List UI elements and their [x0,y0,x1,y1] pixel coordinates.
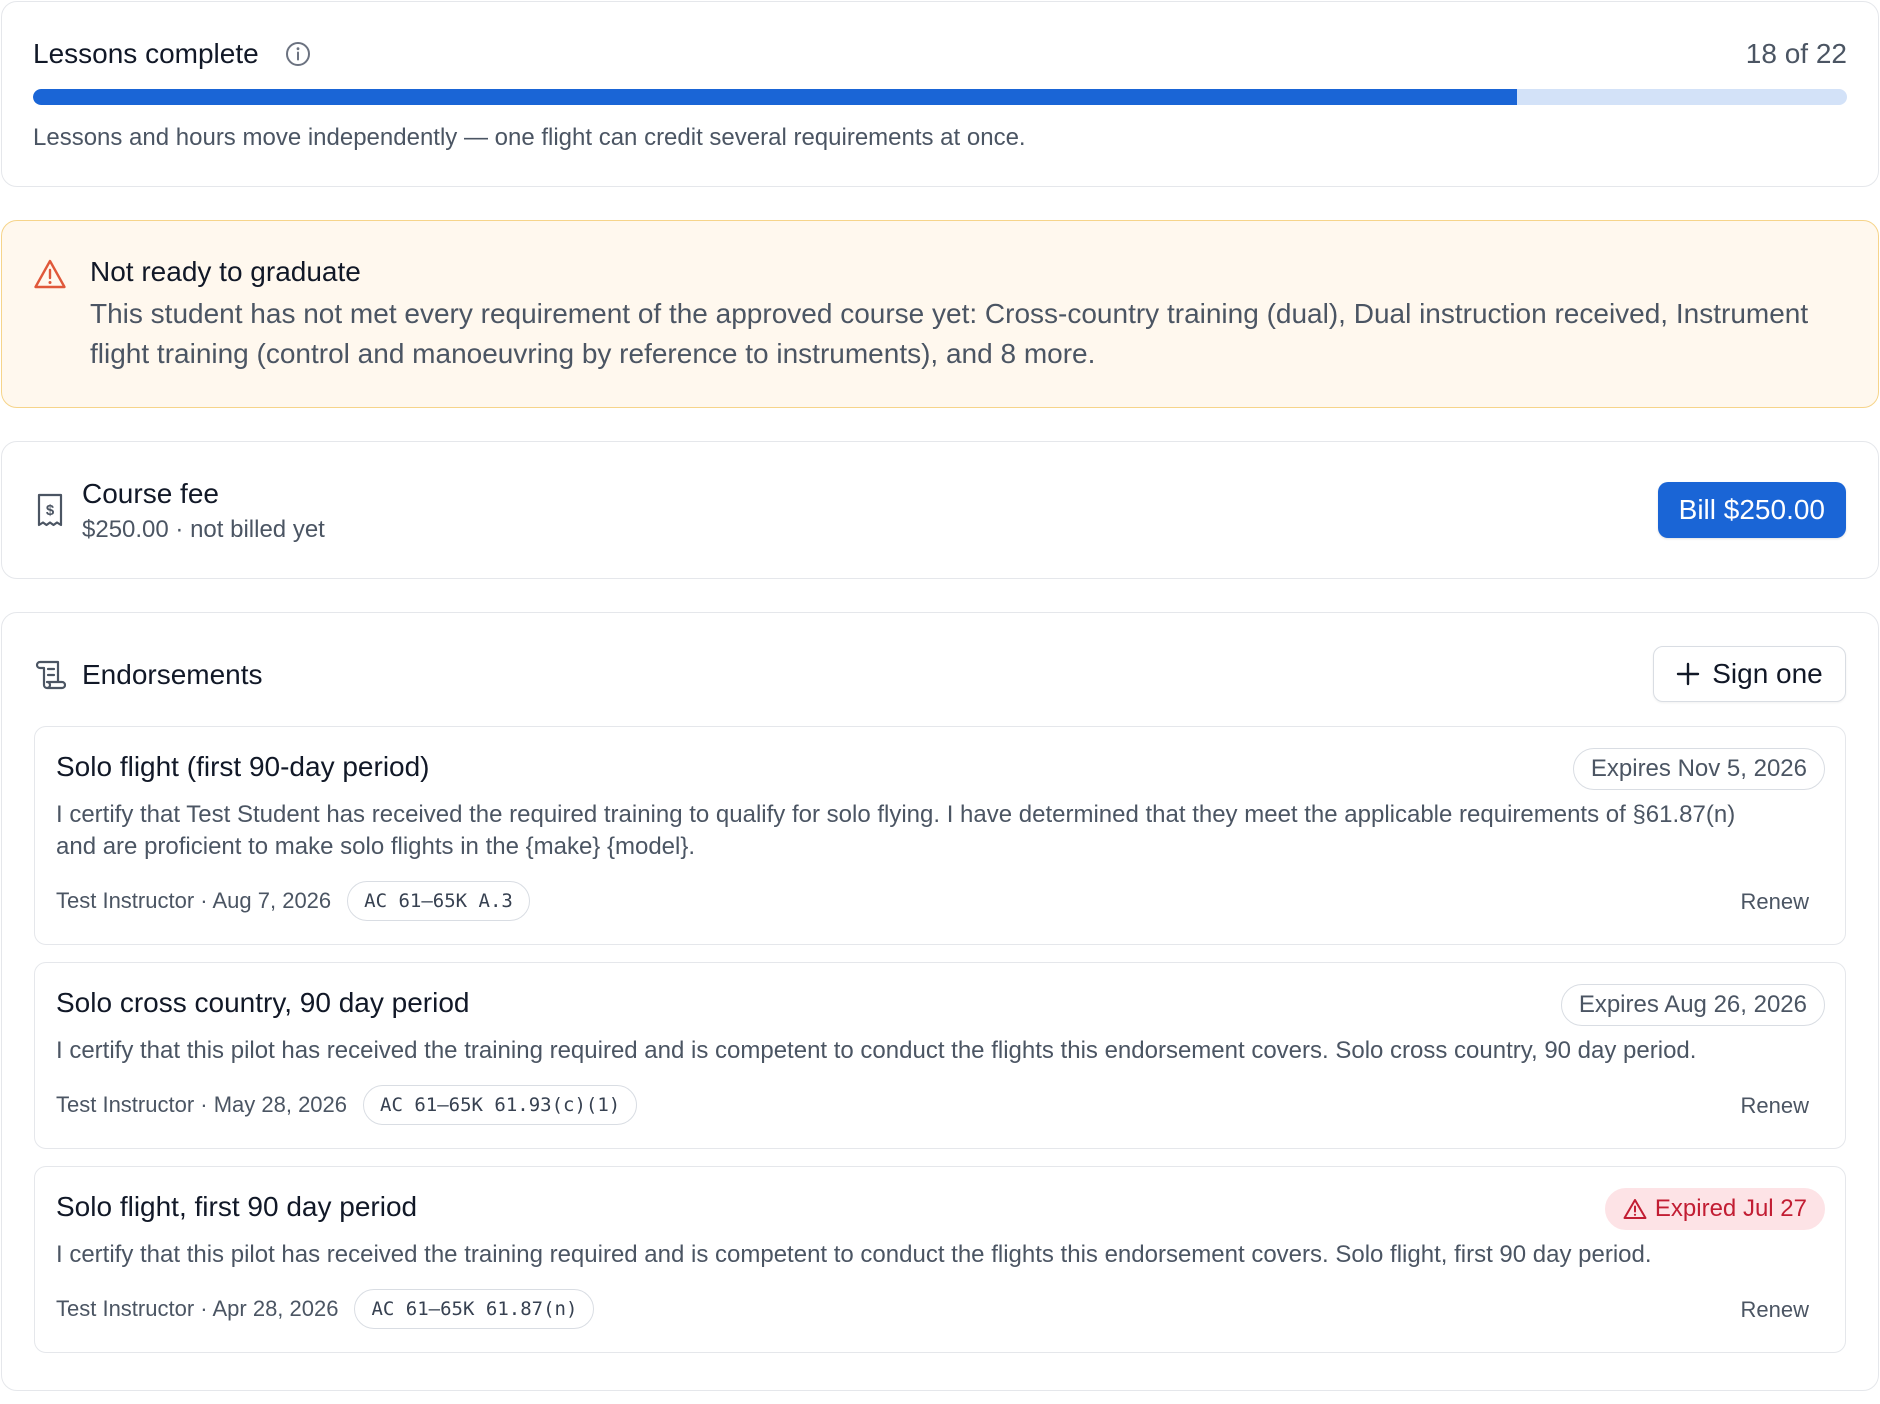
endorsement-text: I certify that this pilot has received t… [56,1241,1652,1268]
info-icon[interactable] [284,40,312,68]
endorsement-title: Solo cross country, 90 day period [56,987,470,1018]
endorsement-item: Solo cross country, 90 day period Expire… [34,962,1846,1149]
warning-body: This student has not met every requireme… [90,298,1809,369]
warning-triangle-icon [1623,1199,1647,1219]
warning-triangle-icon [34,259,66,289]
lessons-progress-bar [33,89,1847,105]
endorsement-item: Solo flight (first 90-day period) Expire… [34,726,1846,945]
endorsement-signer-date: Test Instructor · May 28, 2026 [56,1092,348,1117]
expiry-badge: Expires Nov 5, 2026 [1572,748,1825,790]
endorsement-title: Solo flight (first 90-day period) [56,751,430,782]
endorsement-text: I certify that Test Student has received… [56,801,1736,860]
lessons-note: Lessons and hours move independently — o… [33,124,1026,151]
reference-pill: AC 61–65K 61.87(n) [354,1289,595,1329]
renew-link[interactable]: Renew [1741,889,1809,915]
endorsement-item: Solo flight, first 90 day period Expired… [34,1166,1846,1353]
endorsement-meta: Test Instructor · Aug 7, 2026 AC 61–65K … [56,881,530,921]
scroll-icon [35,660,66,690]
expired-badge: Expired Jul 27 [1604,1188,1825,1230]
bill-button[interactable]: Bill $250.00 [1657,482,1846,538]
sign-endorsement-label: Sign one [1712,658,1823,689]
endorsement-signer-date: Test Instructor · Aug 7, 2026 [56,888,332,913]
sign-endorsement-button[interactable]: Sign one [1653,646,1846,702]
reference-pill: AC 61–65K A.3 [347,881,530,921]
endorsement-meta: Test Instructor · Apr 28, 2026 AC 61–65K… [56,1289,595,1329]
renew-link[interactable]: Renew [1741,1093,1809,1119]
renew-link[interactable]: Renew [1741,1297,1809,1323]
endorsements-title: Endorsements [82,659,263,690]
reference-pill: AC 61–65K 61.93(c)(1) [363,1085,638,1125]
course-fee-status: $250.00 · not billed yet [82,516,325,543]
receipt-dollar-icon: $ [37,493,63,527]
lessons-count: 18 of 22 [1745,38,1847,69]
expired-badge-label: Expired Jul 27 [1654,1195,1807,1222]
endorsement-meta: Test Instructor · May 28, 2026 AC 61–65K… [56,1085,638,1125]
course-fee-card [1,441,1879,579]
warning-title: Not ready to graduate [90,256,361,287]
svg-text:$: $ [46,502,55,519]
plus-icon [1677,662,1700,686]
expiry-badge: Expires Aug 26, 2026 [1560,984,1825,1026]
endorsement-title: Solo flight, first 90 day period [56,1191,418,1222]
lessons-title: Lessons complete [33,38,259,69]
lessons-progress-fill [33,89,1518,105]
course-fee-title: Course fee [82,478,219,509]
endorsement-text: I certify that this pilot has received t… [56,1037,1697,1064]
endorsement-signer-date: Test Instructor · Apr 28, 2026 [56,1296,339,1321]
